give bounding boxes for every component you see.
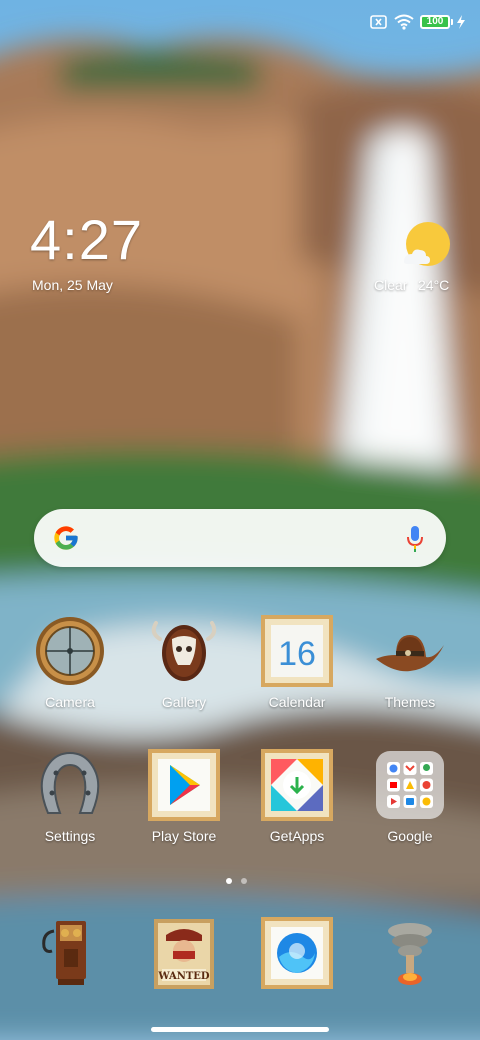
app-label: GetApps <box>269 828 325 844</box>
dock-browser[interactable] <box>247 917 347 995</box>
page-dot[interactable] <box>241 878 247 884</box>
app-camera[interactable]: Camera <box>20 615 120 727</box>
app-label: Themes <box>384 694 436 710</box>
app-settings[interactable]: Settings <box>20 749 120 861</box>
app-google-folder[interactable]: Google <box>360 749 460 861</box>
status-bar: 100 <box>370 12 466 32</box>
dock-phone[interactable] <box>20 917 120 995</box>
app-label: Settings <box>44 828 96 844</box>
sun-cloud-icon[interactable] <box>400 220 452 272</box>
clock-time[interactable]: 4:27 <box>30 212 143 268</box>
themes-icon <box>376 635 444 672</box>
browser-icon <box>261 917 333 989</box>
dock-security[interactable] <box>360 917 460 995</box>
phone-icon <box>42 921 86 985</box>
weather-temperature[interactable]: 24°C <box>418 277 449 293</box>
google-folder-icon <box>376 751 444 819</box>
app-themes[interactable]: Themes <box>360 615 460 727</box>
clock-date[interactable]: Mon, 25 May <box>32 277 113 293</box>
app-label: Gallery <box>161 694 207 710</box>
app-label: Calendar <box>268 694 326 710</box>
calendar-day: 16 <box>278 635 316 673</box>
calendar-icon: 16 <box>261 615 333 687</box>
security-icon <box>388 923 432 985</box>
gallery-icon <box>151 621 217 681</box>
weather-condition[interactable]: Clear <box>374 277 407 293</box>
app-label: Play Store <box>151 828 217 844</box>
settings-icon <box>40 751 100 814</box>
google-search-bar[interactable] <box>34 509 446 567</box>
app-getapps[interactable]: GetApps <box>247 749 347 861</box>
wanted-sign-text: WANTED <box>157 971 210 982</box>
google-g-icon <box>54 526 78 550</box>
home-indicator[interactable] <box>151 1027 329 1032</box>
play-store-icon <box>148 749 220 821</box>
app-label: Google <box>387 828 433 844</box>
charging-icon <box>457 15 465 29</box>
battery-level-text: 100 <box>426 16 444 27</box>
page-indicator <box>226 878 247 884</box>
app-label: Camera <box>45 694 95 710</box>
battery-icon: 100 <box>420 15 453 29</box>
messages-icon: WANTED <box>154 919 214 989</box>
page-dot-active[interactable] <box>226 878 232 884</box>
app-gallery[interactable]: Gallery <box>134 615 234 727</box>
app-play-store[interactable]: Play Store <box>134 749 234 861</box>
sim-x-icon <box>370 15 387 29</box>
app-calendar[interactable]: 16 Calendar <box>247 615 347 727</box>
dock-messages[interactable]: WANTED <box>134 917 234 995</box>
wifi-icon <box>394 14 414 30</box>
getapps-icon <box>261 749 333 821</box>
camera-icon <box>36 617 104 685</box>
mic-icon[interactable] <box>406 525 424 552</box>
